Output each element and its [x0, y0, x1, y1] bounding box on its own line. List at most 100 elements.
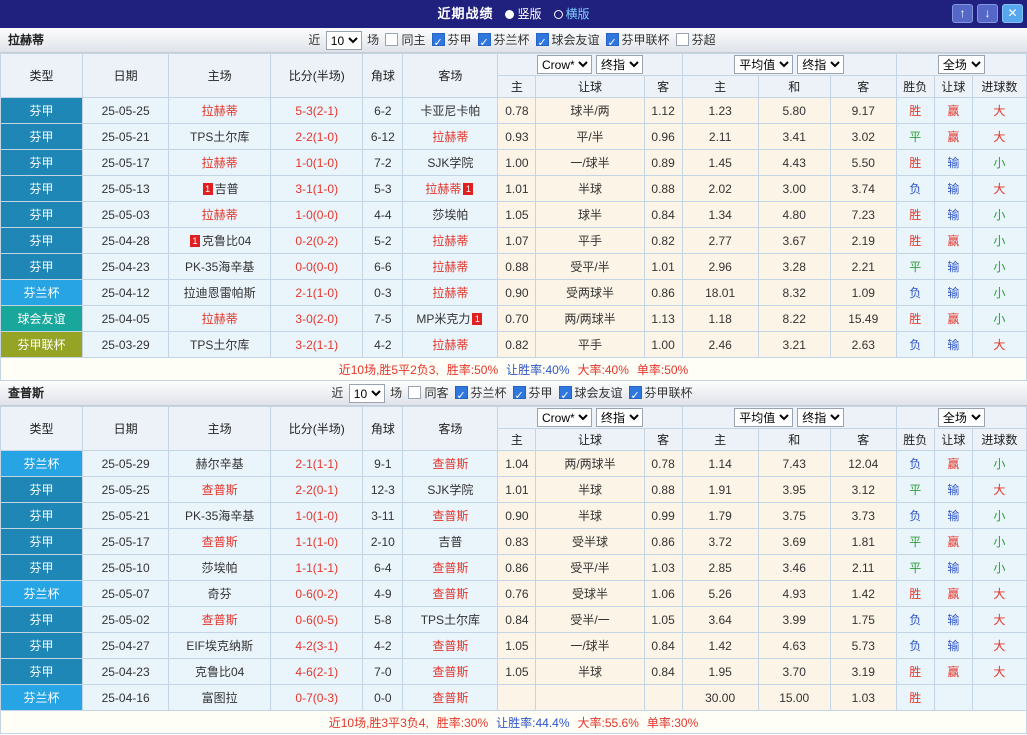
result-handicap: 赢	[933, 227, 973, 254]
corner-score: 7-0	[362, 658, 404, 685]
odds-company-select[interactable]: Crow*	[537, 408, 593, 427]
result-wdl: 胜	[895, 201, 935, 228]
result-handicap: 输	[933, 632, 973, 659]
checkbox-icon[interactable]	[385, 33, 399, 46]
result-handicap: 输	[933, 606, 973, 633]
handicap-line: 受半/一	[535, 606, 645, 633]
checkbox-icon[interactable]	[431, 31, 445, 55]
odds-away: 0.84	[643, 632, 683, 659]
odds-away: 0.82	[643, 227, 683, 254]
odds-company-select[interactable]: Crow*	[537, 55, 593, 74]
summary-row: 近10场,胜3平3负4, 胜率:30% 让胜率:44.4% 大率:55.6% 单率:30…	[0, 710, 1027, 734]
result-goals: 小	[971, 450, 1027, 477]
checkbox-icon[interactable]	[408, 386, 422, 399]
checkbox-icon[interactable]	[675, 33, 689, 46]
odds-home: 1.04	[497, 450, 537, 477]
match-date: 25-05-07	[82, 580, 170, 607]
avg-stage-select[interactable]: 终指	[797, 408, 845, 427]
checkbox-label: 同客	[424, 386, 449, 400]
scope-header: 全场	[895, 53, 1027, 76]
corner-score: 7-2	[362, 149, 404, 176]
avg-odds-away: 1.03	[829, 684, 897, 711]
match-count-select[interactable]: 10	[348, 384, 385, 404]
checkbox-icon[interactable]	[477, 31, 491, 55]
odds-away: 1.06	[643, 580, 683, 607]
odds-home: 0.86	[497, 554, 537, 581]
avg-odds-draw: 3.21	[757, 331, 831, 358]
filter-checkbox-group: 同客 芬兰杯 芬甲 球会友谊 芬甲联杯	[405, 384, 695, 408]
filter-checkbox-item[interactable]: 球会友谊	[535, 28, 600, 55]
match-scope-select[interactable]: 全场	[937, 55, 985, 74]
avg-odds-draw: 3.75	[757, 502, 831, 529]
away-team-cell: 吉普	[402, 528, 499, 555]
avg-odds-draw: 4.80	[757, 201, 831, 228]
checkbox-icon[interactable]	[535, 31, 549, 55]
checkbox-icon[interactable]	[628, 384, 642, 408]
handicap-line: 受半球	[535, 528, 645, 555]
filter-checkbox-item[interactable]: 芬兰杯	[477, 28, 530, 55]
handicap-line: 两/两球半	[535, 305, 645, 332]
vertical-radio[interactable]	[505, 10, 515, 19]
match-score: 5-3(2-1)	[270, 97, 364, 124]
filter-checkbox-item[interactable]: 同主	[385, 28, 426, 52]
horizontal-radio-label[interactable]: 横版	[566, 7, 590, 21]
horizontal-radio[interactable]	[553, 10, 563, 19]
filter-checkbox-item[interactable]: 球会友谊	[558, 381, 623, 408]
avg-odds-away: 2.19	[829, 227, 897, 254]
col-handicap: 让球	[535, 75, 645, 98]
corner-score: 5-3	[362, 175, 404, 202]
home-team-cell: 克鲁比04	[168, 658, 272, 685]
avg-stage-select[interactable]: 终指	[797, 55, 845, 74]
col-wdl: 胜负	[895, 428, 935, 451]
odds-stage-select[interactable]: 终指	[596, 55, 644, 74]
odds-away: 1.05	[643, 606, 683, 633]
checkbox-icon[interactable]	[605, 31, 619, 55]
filter-checkbox-item[interactable]: 芬甲	[512, 381, 553, 408]
avg-odds-draw: 15.00	[757, 684, 831, 711]
handicap-line	[535, 684, 645, 711]
odds-home: 0.93	[497, 123, 537, 150]
page-title: 近期战绩	[437, 6, 494, 21]
filter-checkbox-item[interactable]: 芬超	[675, 28, 716, 52]
result-handicap: 赢	[933, 580, 973, 607]
result-wdl: 负	[895, 331, 935, 358]
home-team-name: 拉赫蒂	[201, 312, 238, 326]
scroll-down-button[interactable]: ↓	[977, 4, 998, 23]
match-scope-select[interactable]: 全场	[937, 408, 985, 427]
result-goals: 大	[971, 476, 1027, 503]
summary-stat: 让胜率:44.4%	[496, 715, 570, 730]
summary-stat: 胜率:30%	[436, 715, 489, 730]
match-count-select[interactable]: 10	[325, 31, 362, 51]
checkbox-icon[interactable]	[454, 384, 468, 408]
col-odds-home: 主	[497, 428, 537, 451]
checkbox-icon[interactable]	[512, 384, 526, 408]
home-team-cell: 拉赫蒂	[168, 149, 272, 176]
filter-checkbox-item[interactable]: 芬甲	[431, 28, 472, 55]
avg-odds-select[interactable]: 平均值	[734, 408, 794, 427]
checkbox-icon[interactable]	[558, 384, 572, 408]
scroll-up-button[interactable]: ↑	[952, 4, 973, 23]
avg-odds-select[interactable]: 平均值	[734, 55, 794, 74]
match-score: 1-0(1-0)	[270, 149, 364, 176]
away-team-name: 吉普	[438, 535, 463, 549]
vertical-radio-label[interactable]: 竖版	[517, 7, 541, 21]
close-icon[interactable]: ✕	[1002, 4, 1023, 23]
filter-checkbox-item[interactable]: 芬兰杯	[454, 381, 507, 408]
filter-near-label: 近	[308, 33, 321, 47]
summary-stat: 让胜率:40%	[506, 362, 570, 377]
away-team-cell: MP米克力 1	[402, 305, 499, 332]
avg-odds-home: 3.72	[681, 528, 759, 555]
filter-checkbox-item[interactable]: 芬甲联杯	[628, 381, 693, 408]
col-date: 日期	[82, 406, 170, 451]
filter-checkbox-item[interactable]: 同客	[408, 381, 449, 405]
col-type: 类型	[0, 406, 84, 451]
avg-odds-away: 1.09	[829, 279, 897, 306]
odds-header: Crow* 终指	[497, 406, 683, 429]
match-date: 25-04-05	[82, 305, 170, 332]
avg-odds-away: 3.19	[829, 658, 897, 685]
filter-checkbox-item[interactable]: 芬甲联杯	[605, 28, 670, 55]
league-type-badge: 芬甲	[0, 476, 84, 503]
odds-stage-select[interactable]: 终指	[596, 408, 644, 427]
avg-odds-away: 15.49	[829, 305, 897, 332]
avg-odds-draw: 3.69	[757, 528, 831, 555]
